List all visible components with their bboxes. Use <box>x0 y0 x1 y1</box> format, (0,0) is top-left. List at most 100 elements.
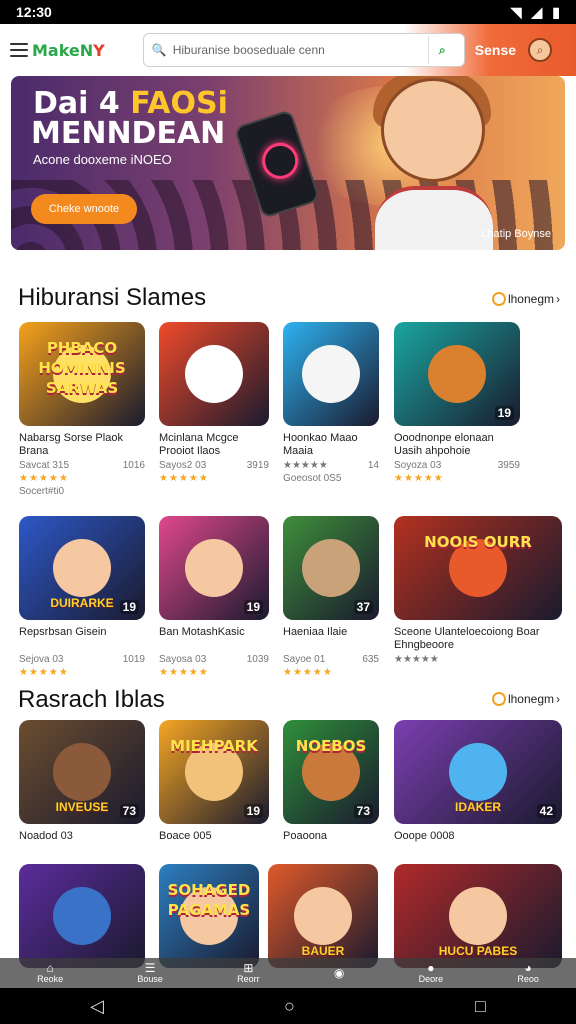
game-badge: 73 <box>119 804 139 818</box>
game-thumbnail[interactable]: DUIRARKE 19 <box>19 516 145 620</box>
section-more-link[interactable]: lhonegm › <box>491 292 560 306</box>
game-title[interactable]: Boace 005 <box>159 830 269 856</box>
game-card[interactable]: BAUER <box>268 864 378 968</box>
game-meta-right: 3919 <box>246 460 269 471</box>
game-extra-info: Goeosot 0S5 <box>283 473 342 484</box>
game-character-art <box>449 887 507 945</box>
game-badge: 19 <box>494 406 514 420</box>
section-more-link-2[interactable]: lhonegm › <box>491 692 560 706</box>
game-thumbnail[interactable]: NOOIS OURR <box>394 516 562 620</box>
game-rating-stars: ★★★★★ <box>19 667 69 678</box>
profile-avatar[interactable]: ⌕ <box>528 38 553 62</box>
game-thumbnail[interactable]: IDAKER 42 <box>394 720 562 824</box>
game-badge: 37 <box>353 600 373 614</box>
game-logo-text: BAUER <box>301 944 345 958</box>
status-bar: 12:30 ◥ ◢ ▮ <box>0 0 576 24</box>
game-meta-right: 1019 <box>122 654 145 665</box>
game-title[interactable]: Hoonkao Maao Maaia <box>283 432 379 458</box>
game-card[interactable]: INVEUSE 73 Noadod 03 <box>19 720 145 856</box>
game-thumbnail[interactable]: 19 <box>159 516 269 620</box>
search-bar[interactable]: 🔍 Hiburanise booseduale cenn ⌕ <box>142 33 465 67</box>
banner-title-2: MENNDEAN <box>31 116 226 151</box>
wifi-icon: ◥ <box>510 3 522 20</box>
game-card[interactable]: Mcinlana Mcgce Prooiot Ilaos Sayos2 03 391… <box>159 322 269 484</box>
game-card[interactable]: DUIRARKE 19 Repsrbsan Gisein Sejova 03 1019 ★… <box>19 516 145 678</box>
game-thumbnail[interactable] <box>159 322 269 426</box>
game-card[interactable] <box>19 864 145 968</box>
game-meta-left: Sayos2 03 <box>159 460 207 471</box>
menu-icon[interactable] <box>10 43 28 57</box>
section-title-games: Hiburansi Slames <box>18 284 207 311</box>
game-card[interactable]: MIEHPARK 19 Boace 005 <box>159 720 269 856</box>
game-meta: Sejova 03 1019 <box>19 654 145 665</box>
game-title[interactable]: Repsrbsan Gisein <box>19 626 145 652</box>
game-title[interactable]: Sceone Ulanteloecoiong Boar Ehngbeoore <box>394 626 562 652</box>
nav-profile[interactable]: ◕ Reoo <box>517 962 539 984</box>
banner-corner-text: Lhatip Boynse <box>481 228 551 240</box>
nav-home[interactable]: ⌂ Reoke <box>37 962 63 984</box>
game-thumbnail[interactable]: NOEBOS 73 <box>283 720 379 824</box>
nav-chat[interactable]: ◉ <box>334 967 344 979</box>
game-card[interactable]: 19 Ban MotashKasic Sayosa 03 1039 ★★★★★ <box>159 516 269 678</box>
game-logo-text: SOHAGED PAGAMAS <box>167 881 251 919</box>
game-thumbnail[interactable]: PHBACO HOMINNIS SARWAS <box>19 322 145 426</box>
game-meta-right: 3959 <box>497 460 520 471</box>
game-thumbnail[interactable]: 19 <box>394 322 520 426</box>
game-card[interactable]: IDAKER 42 Ooope 0008 <box>394 720 562 856</box>
game-rating-stars: ★★★★★ <box>394 473 444 484</box>
game-title[interactable]: Nabarsg Sorse Plaok Brana <box>19 432 145 458</box>
home-icon: ⌂ <box>46 961 54 975</box>
search-go-icon[interactable]: ⌕ <box>427 36 456 64</box>
hero-banner[interactable]: Dai 4 FAOSi MENNDEAN Acone dooxeme iNOEO… <box>11 76 565 250</box>
game-rating-stars: ★★★★★ <box>19 473 69 484</box>
game-card[interactable]: NOOIS OURR Sceone Ulanteloecoiong Boar Eh… <box>394 516 562 665</box>
game-thumbnail[interactable]: SOHAGED PAGAMAS <box>159 864 259 968</box>
game-card[interactable]: 19 Ooodnonpe elonaan Uasih ahpohoie Soyoza… <box>394 322 520 484</box>
game-title[interactable]: Noadod 03 <box>19 830 145 856</box>
game-thumbnail[interactable] <box>19 864 145 968</box>
game-card[interactable]: NOEBOS 73 Poaoona <box>283 720 379 856</box>
top-bar: MakeNY 🔍 Hiburanise booseduale cenn ⌕ Se… <box>0 24 576 76</box>
nav-browse[interactable]: ☰ Bouse <box>137 962 163 984</box>
game-title[interactable]: Ban MotashKasic <box>159 626 269 652</box>
game-badge: 19 <box>243 600 263 614</box>
game-title[interactable]: Haeniaa Ilaie <box>283 626 379 652</box>
game-thumbnail[interactable]: HUCU PABES <box>394 864 562 968</box>
game-card[interactable]: Hoonkao Maao Maaia ★★★★★ 14 Goeosot 0S5 <box>283 322 379 484</box>
back-icon[interactable]: ◁ <box>90 996 104 1017</box>
game-character-art <box>53 743 111 801</box>
banner-character-shirt <box>375 186 493 250</box>
game-meta: Savcat 315 1016 <box>19 460 145 471</box>
search-input[interactable]: Hiburanise booseduale cenn <box>173 43 428 57</box>
banner-subtitle: Acone dooxeme iNOEO <box>33 152 172 167</box>
game-thumbnail[interactable]: INVEUSE 73 <box>19 720 145 824</box>
game-title[interactable]: Poaoona <box>283 830 379 856</box>
game-thumbnail[interactable]: BAUER <box>268 864 378 968</box>
game-badge: 42 <box>536 804 556 818</box>
game-thumbnail[interactable]: 37 <box>283 516 379 620</box>
game-card[interactable]: PHBACO HOMINNIS SARWAS Nabarsg Sorse Plao… <box>19 322 145 497</box>
banner-cta-button[interactable]: Cheke wnoote <box>31 194 137 224</box>
game-meta-left: ★★★★★ <box>283 460 328 471</box>
game-card[interactable]: SOHAGED PAGAMAS <box>159 864 259 968</box>
game-title[interactable]: Ooope 0008 <box>394 830 562 856</box>
game-logo-text: MIEHPARK <box>170 737 258 755</box>
game-meta: Sayosa 03 1039 <box>159 654 269 665</box>
game-logo-text: NOEBOS <box>295 737 367 755</box>
game-card[interactable]: HUCU PABES <box>394 864 562 968</box>
game-rating-stars: ★★★★★ <box>159 667 209 678</box>
game-character-art <box>302 345 360 403</box>
home-circle-icon[interactable]: ○ <box>284 996 295 1017</box>
game-title[interactable]: Ooodnonpe elonaan Uasih ahpohoie <box>394 432 520 458</box>
game-card[interactable]: 37 Haeniaa Ilaie Sayoe 01 635 ★★★★★ <box>283 516 379 678</box>
nav-rewards[interactable]: ● Deore <box>419 962 444 984</box>
game-meta-right: 14 <box>367 460 379 471</box>
nav-games[interactable]: ⊞ Reorr <box>237 962 260 984</box>
app-logo[interactable]: MakeNY <box>32 41 105 60</box>
game-character-art <box>185 539 243 597</box>
recents-icon[interactable]: □ <box>475 996 486 1017</box>
game-thumbnail[interactable] <box>283 322 379 426</box>
search-button[interactable]: Sense <box>475 42 516 58</box>
game-thumbnail[interactable]: MIEHPARK 19 <box>159 720 269 824</box>
game-title[interactable]: Mcinlana Mcgce Prooiot Ilaos <box>159 432 269 458</box>
